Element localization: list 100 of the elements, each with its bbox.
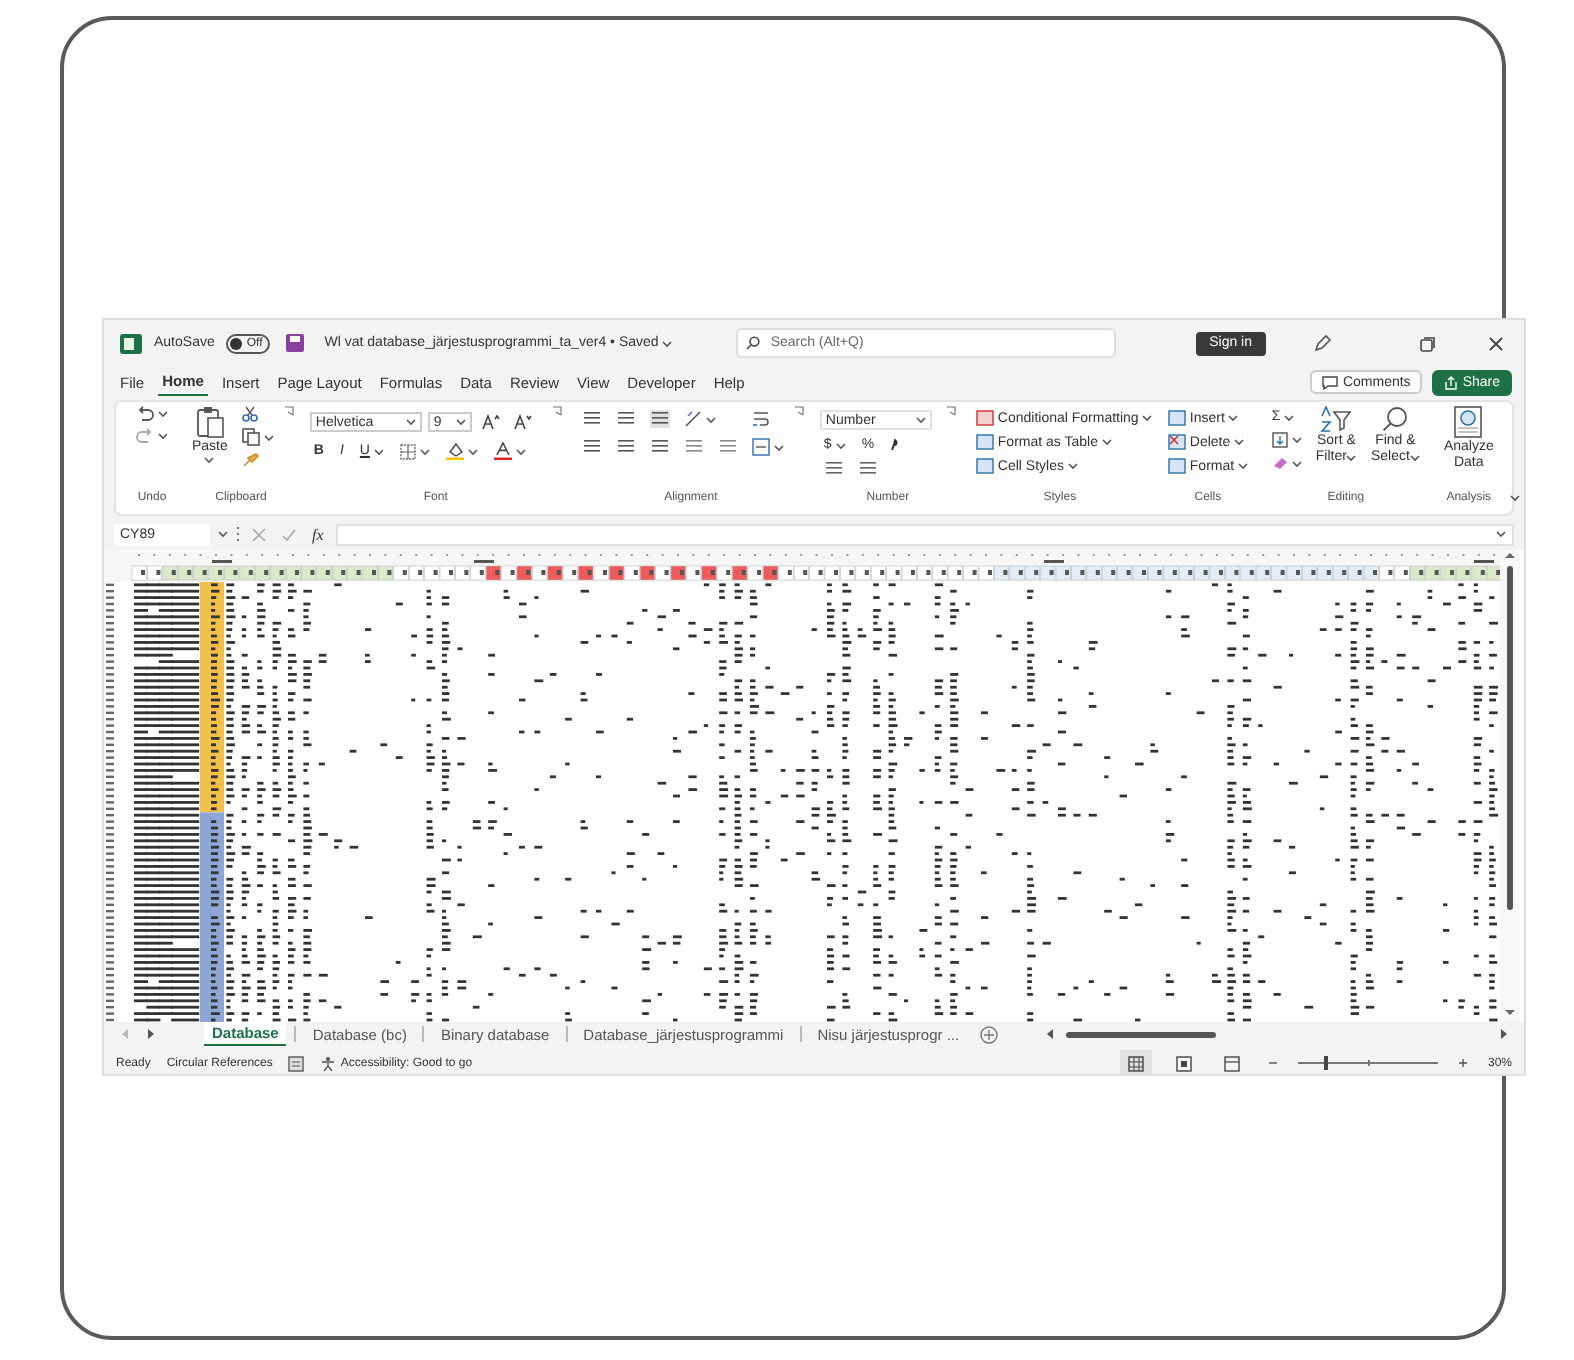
insert-function-button[interactable]: fx xyxy=(308,525,328,543)
merge-button[interactable] xyxy=(747,438,788,456)
vertical-scrollbar[interactable] xyxy=(1500,550,1520,1022)
page-layout-icon xyxy=(1175,1055,1192,1071)
caret-icon xyxy=(515,447,526,455)
comma-icon xyxy=(890,438,899,452)
new-sheet-button[interactable] xyxy=(975,1025,1002,1043)
borders-button[interactable] xyxy=(395,443,434,459)
plus-icon xyxy=(1457,1058,1468,1068)
check-icon xyxy=(282,527,296,541)
format-cells-icon xyxy=(1167,458,1186,474)
caret-icon xyxy=(405,418,416,426)
scroll-right-button[interactable] xyxy=(1496,1028,1512,1040)
caret-icon xyxy=(662,339,673,347)
caret-icon xyxy=(773,443,784,451)
scissors-icon xyxy=(241,406,258,422)
fill-button[interactable] xyxy=(1267,432,1306,448)
slider-thumb[interactable] xyxy=(1323,1056,1328,1070)
align-center-icon xyxy=(615,438,636,456)
analyze-data-icon xyxy=(1454,406,1483,438)
font-color-icon xyxy=(493,442,512,460)
pen-icon xyxy=(1314,334,1332,352)
zoom-in-button[interactable] xyxy=(1453,1058,1472,1068)
caret-icon xyxy=(1142,414,1153,422)
page-break-icon xyxy=(1223,1055,1240,1071)
redo-button[interactable] xyxy=(132,428,172,444)
caret-icon xyxy=(1409,454,1420,463)
accessibility-icon xyxy=(320,1055,337,1071)
fill-color-button[interactable] xyxy=(441,442,482,460)
save-icon xyxy=(286,334,305,352)
dialog-launcher-icon xyxy=(793,406,804,416)
sort-filter-icon xyxy=(1320,406,1353,432)
redo-icon xyxy=(136,428,154,444)
comma-button[interactable] xyxy=(886,438,903,452)
merge-center-icon xyxy=(751,438,770,456)
save-button[interactable] xyxy=(282,334,309,352)
search-icon xyxy=(1382,406,1409,432)
copy-button[interactable] xyxy=(237,428,278,446)
caret-icon xyxy=(1067,462,1078,470)
shrink-font-icon xyxy=(513,414,532,430)
align-right-icon xyxy=(649,438,670,456)
dialog-launcher-icon xyxy=(283,406,294,416)
minus-icon xyxy=(1267,1058,1278,1068)
restore-icon xyxy=(1420,335,1436,351)
caret-icon xyxy=(1291,459,1302,467)
left-arrow-icon xyxy=(120,1028,130,1040)
right-arrow-icon xyxy=(1500,1028,1508,1040)
align-bottom-button[interactable] xyxy=(645,410,674,428)
close-button[interactable] xyxy=(1484,335,1508,351)
spreadsheet-app-icon xyxy=(120,333,142,353)
borders-icon xyxy=(399,443,416,459)
caret-icon xyxy=(1284,413,1295,421)
brush-icon xyxy=(241,452,260,468)
caret-icon xyxy=(467,447,478,455)
orientation-icon xyxy=(683,410,702,428)
clipboard-icon xyxy=(195,406,224,438)
fill-color-icon xyxy=(445,442,464,460)
zoom-slider[interactable] xyxy=(1297,1056,1438,1070)
caret-icon xyxy=(455,418,466,426)
zoom-out-button[interactable] xyxy=(1263,1058,1282,1068)
caret-icon xyxy=(835,441,846,449)
left-arrow-icon xyxy=(1045,1028,1054,1040)
caret-icon xyxy=(705,415,716,423)
formula-field[interactable] xyxy=(335,523,1514,545)
eraser-icon xyxy=(1271,456,1288,470)
dialog-launcher-icon xyxy=(551,406,562,416)
align-left-icon xyxy=(581,438,602,456)
caret-icon xyxy=(419,447,430,455)
collapse-ribbon-button[interactable] xyxy=(1505,494,1524,502)
caret-icon xyxy=(1101,438,1112,446)
close-icon xyxy=(1488,335,1504,351)
grow-font-button[interactable] xyxy=(477,414,504,430)
share-icon xyxy=(1444,375,1459,389)
caret-icon xyxy=(263,433,274,441)
pen-button[interactable] xyxy=(1310,334,1336,352)
grid-icon xyxy=(1127,1055,1144,1071)
align-middle-icon xyxy=(615,410,636,428)
caret-icon xyxy=(373,447,384,455)
undo-icon xyxy=(136,406,154,422)
wrap-text-icon xyxy=(751,410,770,428)
caret-icon xyxy=(158,410,168,418)
insert-cells-icon xyxy=(1167,410,1186,426)
caret-icon xyxy=(1509,494,1520,502)
cell-styles-icon xyxy=(975,458,994,474)
shrink-font-button[interactable] xyxy=(509,414,536,430)
caret-icon xyxy=(915,416,926,424)
align-top-icon xyxy=(581,410,602,428)
caret-icon xyxy=(1291,436,1302,444)
conditional-formatting-icon xyxy=(975,410,994,426)
normal-view-button[interactable] xyxy=(1119,1050,1152,1074)
caret-icon xyxy=(1238,462,1249,470)
font-color-button[interactable] xyxy=(489,442,530,460)
grow-font-icon xyxy=(481,414,500,430)
caret-icon xyxy=(218,530,228,538)
comment-icon xyxy=(1322,375,1339,389)
macro-icon xyxy=(288,1055,305,1071)
caret-icon xyxy=(1346,454,1357,463)
right-arrow-icon xyxy=(146,1028,156,1040)
caret-icon xyxy=(1228,414,1239,422)
restore-button[interactable] xyxy=(1416,335,1440,351)
